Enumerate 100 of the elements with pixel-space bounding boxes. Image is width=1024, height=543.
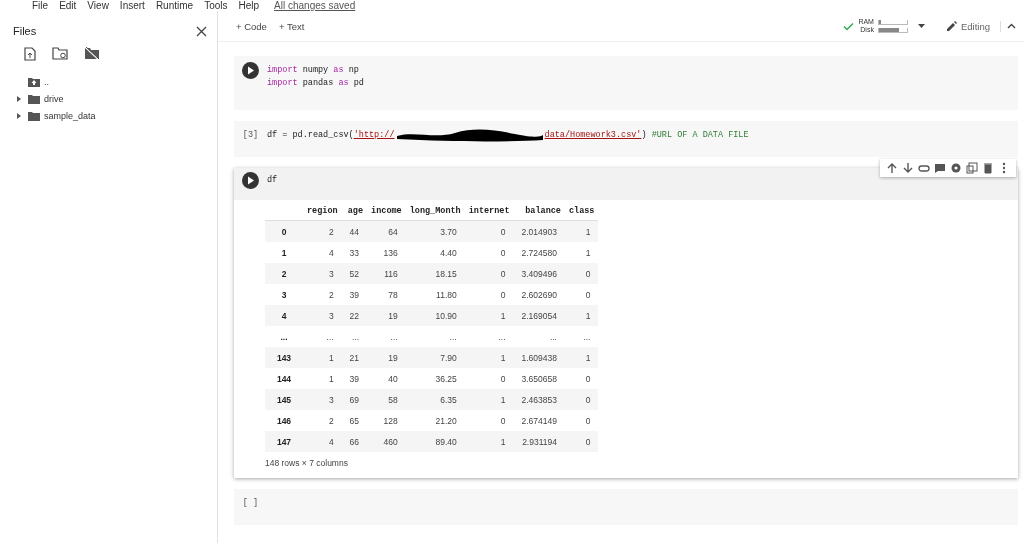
table-cell: 0	[564, 410, 599, 431]
table-cell: ...	[303, 326, 342, 347]
table-cell: 39	[341, 284, 368, 305]
table-cell: 0	[464, 263, 514, 284]
table-cell: 2	[303, 220, 342, 242]
table-cell: 460	[367, 431, 406, 452]
table-cell: 22	[341, 305, 368, 326]
menu-item[interactable]: Help	[238, 1, 260, 11]
menu-item[interactable]: Insert	[119, 1, 145, 11]
code-keyword: import	[267, 77, 298, 90]
table-cell: ...	[564, 326, 599, 347]
code-text: np	[347, 64, 359, 77]
table-cell: 4	[303, 431, 342, 452]
table-cell: 2.724580	[513, 242, 565, 263]
add-cell-button[interactable]: + Text	[272, 20, 311, 32]
table-cell: 1	[564, 305, 599, 326]
sidebar-title: Files	[13, 25, 37, 37]
table-cell: 136	[367, 242, 406, 263]
save-status-link[interactable]: All changes saved	[274, 1, 356, 11]
table-cell: 7.90	[405, 347, 465, 368]
table-cell: ...	[405, 326, 465, 347]
table-cell: 3.650658	[513, 368, 565, 389]
row-index: 1	[265, 242, 303, 263]
table-cell: 4	[303, 242, 342, 263]
menu-item[interactable]: File	[32, 1, 49, 11]
table-cell: 19	[367, 347, 406, 368]
menu-item[interactable]: Tools	[204, 1, 228, 11]
column-header: long_Month	[405, 206, 465, 221]
file-tree-item[interactable]: ..	[44, 76, 49, 87]
table-cell: ...	[513, 326, 565, 347]
editing-mode-button[interactable]: Editing	[930, 20, 1001, 32]
row-index: 143	[265, 347, 303, 368]
code-keyword: as	[333, 64, 344, 77]
add-cell-button[interactable]: + Code	[230, 20, 273, 32]
table-cell: 1	[564, 347, 599, 368]
table-cell: 19	[367, 305, 406, 326]
table-cell: 33	[341, 242, 368, 263]
column-header: age	[341, 206, 368, 221]
file-tree-item[interactable]: drive	[44, 93, 64, 104]
column-header: internet	[464, 206, 514, 221]
code-keyword: as	[338, 77, 349, 90]
menu-item[interactable]: Edit	[59, 1, 77, 11]
table-cell: 2.602690	[513, 284, 565, 305]
table-cell: 2.674149	[513, 410, 565, 431]
code-comment: #URL OF A DATA FILE	[651, 129, 749, 142]
table-cell: 6.35	[405, 389, 465, 410]
code-text: pd	[352, 77, 364, 90]
table-cell: 1	[464, 389, 514, 410]
table-cell: 0	[564, 368, 599, 389]
row-index: 146	[265, 410, 303, 431]
table-cell: 58	[367, 389, 406, 410]
table-cell: 10.90	[405, 305, 465, 326]
table-cell: 39	[341, 368, 368, 389]
row-index: 144	[265, 368, 303, 389]
table-summary: 148 rows × 7 columns	[265, 457, 349, 468]
table-cell: 3	[303, 263, 342, 284]
table-cell: 18.15	[405, 263, 465, 284]
menu-item[interactable]: View	[87, 1, 109, 11]
code-cell[interactable]: [ ]	[234, 489, 1018, 525]
code-cell[interactable]: import numpy as np import pandas as pd	[234, 56, 1018, 110]
file-tree-item[interactable]: sample_data	[44, 110, 96, 121]
code-cell[interactable]: [3] df = pd.read_csv('http:// data/Homework3.csv') #URL OF A DATA FILE	[234, 121, 1018, 157]
menu-item[interactable]: Runtime	[155, 1, 194, 11]
table-cell: 2.931194	[513, 431, 565, 452]
table-cell: 0	[464, 242, 514, 263]
table-cell: 66	[341, 431, 368, 452]
column-header: balance	[513, 206, 565, 221]
table-cell: 21.20	[405, 410, 465, 431]
row-index: 145	[265, 389, 303, 410]
row-index: 0	[265, 220, 303, 242]
table-cell: 78	[367, 284, 406, 305]
code-string: data/Homework3.csv'	[544, 129, 642, 142]
table-cell: 116	[367, 263, 406, 284]
table-cell: 21	[341, 347, 368, 368]
row-index: ...	[265, 326, 303, 347]
table-cell: ...	[464, 326, 514, 347]
code-text: df	[267, 174, 278, 187]
table-cell: 69	[341, 389, 368, 410]
table-cell: 4.40	[405, 242, 465, 263]
table-cell: 0	[564, 431, 599, 452]
table-cell: 1.609438	[513, 347, 565, 368]
execution-count: [ ]	[242, 497, 259, 508]
table-cell: 52	[341, 263, 368, 284]
table-cell: 0	[564, 284, 599, 305]
column-header: region	[303, 206, 342, 221]
code-text: numpy	[301, 64, 330, 77]
table-cell: 2	[303, 284, 342, 305]
table-cell: 1	[303, 347, 342, 368]
table-cell: 3	[303, 389, 342, 410]
code-string: 'http://	[353, 129, 395, 142]
code-text: pandas	[301, 77, 335, 90]
table-cell: 40	[367, 368, 406, 389]
table-cell: 3.409496	[513, 263, 565, 284]
code-text: df = pd.read_csv(	[267, 129, 354, 142]
table-cell: 0	[564, 263, 599, 284]
table-cell: ...	[367, 326, 406, 347]
table-cell: 2.169054	[513, 305, 565, 326]
table-cell: 36.25	[405, 368, 465, 389]
table-cell: 1	[303, 368, 342, 389]
table-cell: 64	[367, 220, 406, 242]
